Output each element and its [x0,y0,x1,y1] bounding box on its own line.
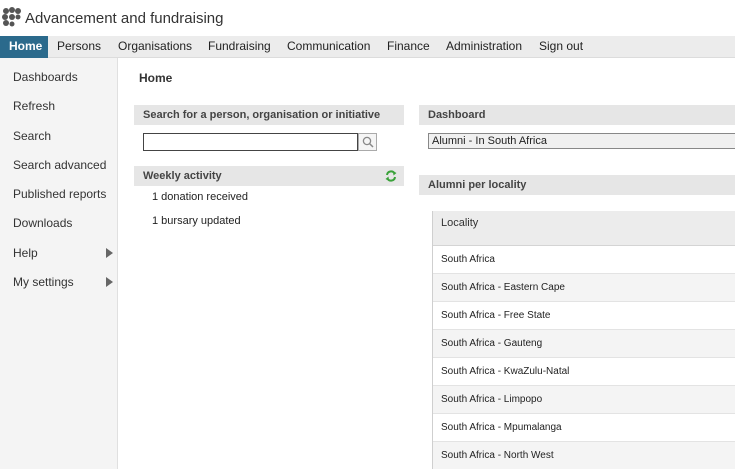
sidebar-item-search[interactable]: Search [13,128,113,144]
search-icon [362,136,374,148]
locality-panel-heading: Alumni per locality [419,175,735,195]
search-button[interactable] [358,133,377,151]
top-navigation: Home Persons Organisations Fundraising C… [0,36,735,58]
sidebar-item-search-advanced[interactable]: Search advanced [13,157,113,173]
nav-fundraising[interactable]: Fundraising [200,36,279,58]
table-row[interactable]: South Africa - Free State [433,302,735,330]
sidebar-item-label: Published reports [13,187,107,201]
sidebar-item-refresh[interactable]: Refresh [13,98,113,114]
sidebar-item-downloads[interactable]: Downloads [13,215,113,231]
sidebar-item-label: My settings [13,275,74,289]
nav-administration[interactable]: Administration [438,36,530,58]
chevron-right-icon [106,248,113,258]
nav-persons[interactable]: Persons [49,36,109,58]
refresh-icon[interactable] [385,170,397,182]
table-row[interactable]: South Africa - Eastern Cape [433,274,735,302]
dashboard-panel-heading: Dashboard [419,105,735,125]
sidebar: Dashboards Refresh Search Search advance… [0,58,118,469]
nav-finance[interactable]: Finance [379,36,438,58]
table-row[interactable]: South Africa [433,246,735,274]
nav-communication[interactable]: Communication [279,36,378,58]
search-panel-heading: Search for a person, organisation or ini… [134,105,404,125]
search-input[interactable] [143,133,358,151]
activity-item: 1 donation received [152,191,249,203]
table-row[interactable]: South Africa - North West [433,442,735,469]
table-row[interactable]: South Africa - Mpumalanga [433,414,735,442]
table-row[interactable]: South Africa - KwaZulu-Natal [433,358,735,386]
column-header-locality[interactable]: Locality [433,211,735,246]
nav-organisations[interactable]: Organisations [110,36,200,58]
nav-sign-out[interactable]: Sign out [531,36,591,58]
dashboard-select[interactable]: Alumni - In South Africa [428,133,735,149]
table-row[interactable]: South Africa - Limpopo [433,386,735,414]
sidebar-item-label: Search advanced [13,158,107,172]
sidebar-item-my-settings[interactable]: My settings [13,274,113,290]
activity-panel-heading: Weekly activity [134,166,404,186]
app-header: Advancement and fundraising [0,0,735,36]
sidebar-item-label: Help [13,246,38,260]
sidebar-item-dashboards[interactable]: Dashboards [13,69,113,85]
table-row[interactable]: South Africa - Gauteng [433,330,735,358]
sidebar-item-label: Dashboards [13,70,78,84]
main-content: Home Search for a person, organisation o… [119,58,735,469]
sidebar-item-label: Downloads [13,216,73,230]
app-title: Advancement and fundraising [25,10,224,27]
page-title: Home [139,71,173,85]
app-logo-icon [2,7,21,27]
activity-item: 1 bursary updated [152,215,241,227]
locality-table: Locality South Africa South Africa - Eas… [432,211,735,469]
sidebar-item-published-reports[interactable]: Published reports [13,186,113,202]
nav-home[interactable]: Home [0,36,48,58]
sidebar-item-help[interactable]: Help [13,245,113,261]
chevron-right-icon [106,277,113,287]
sidebar-item-label: Refresh [13,99,56,113]
sidebar-item-label: Search [13,129,52,143]
